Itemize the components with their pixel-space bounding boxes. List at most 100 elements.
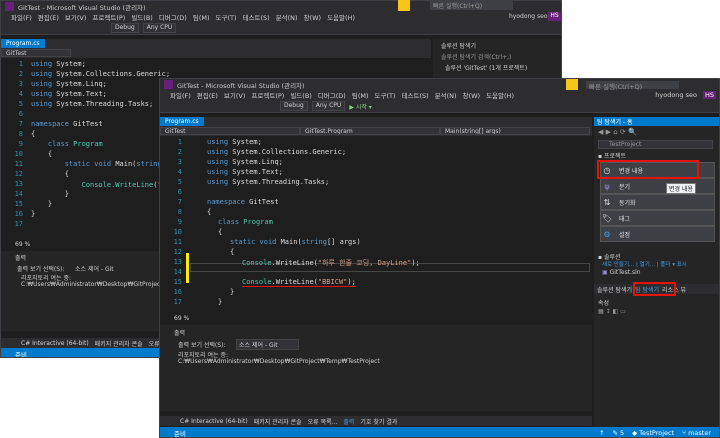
team-project-dropdown[interactable]: TestProject: [598, 140, 713, 149]
notification-flag-icon[interactable]: [566, 79, 578, 90]
menu-edit[interactable]: 편집(E): [197, 90, 218, 100]
menu-tools[interactable]: 도구(T): [216, 12, 237, 22]
team-item-settings-label: 설정: [619, 231, 631, 239]
tab-output[interactable]: 출력: [343, 417, 354, 426]
menu-view[interactable]: 보기(V): [224, 90, 245, 100]
config-select[interactable]: Debug: [111, 23, 139, 33]
back-quick-launch[interactable]: 빠른 실행(Ctrl+Q): [430, 1, 513, 10]
menu-edit[interactable]: 편집(E): [38, 12, 59, 22]
team-explorer-toolbar: ◀ ▶ ⌂ ⟳ 🔍: [598, 128, 637, 136]
menu-test[interactable]: 테스트(S): [402, 90, 429, 100]
back-output-source[interactable]: 소스 제어 - Git: [75, 264, 114, 273]
back-nav-project[interactable]: GitTest: [1, 49, 71, 57]
front-user-avatar[interactable]: HS: [702, 91, 716, 99]
up-arrow-icon[interactable]: ↑: [599, 429, 604, 437]
code-line-7: namespace GitTest: [207, 198, 279, 206]
status-project[interactable]: TestProject: [639, 429, 674, 437]
code-line-1: using System;: [207, 138, 262, 146]
front-nav-class[interactable]: GitTest.Program: [300, 127, 440, 135]
back-output-source-label: 출력 보기 선택(S):: [17, 266, 65, 273]
front-toolbar: Debug Any CPU ▶ 시작 ▾: [160, 100, 719, 113]
back-notification-flag-icon[interactable]: [398, 0, 410, 11]
menu-analyze[interactable]: 분석(N): [435, 90, 457, 100]
menu-analyze[interactable]: 분석(N): [276, 12, 298, 22]
menu-team[interactable]: 팀(M): [193, 12, 210, 22]
menu-window[interactable]: 창(W): [463, 90, 480, 100]
team-solution-file[interactable]: ▣ GitTest.sln: [602, 269, 641, 276]
front-menu-bar: 파일(F) 편집(E) 보기(V) 프로젝트(P) 빌드(B) 디버그(D) 팀…: [160, 90, 719, 100]
back-code-line: using System;: [31, 60, 86, 68]
changes-tooltip: 변경 내용: [666, 183, 696, 194]
back-menu-bar: 파일(F) 편집(E) 보기(V) 프로젝트(P) 빌드(B) 디버그(D) 팀…: [1, 12, 561, 22]
menu-debug[interactable]: 디버그(D): [159, 12, 187, 22]
code-line-17: }: [218, 298, 223, 306]
changes-count[interactable]: 5: [620, 429, 624, 437]
code-line-5: using System.Threading.Tasks;: [207, 178, 330, 186]
menu-project[interactable]: 프로젝트(P): [251, 90, 284, 100]
platform-select[interactable]: Any CPU: [311, 101, 346, 111]
team-item-sync[interactable]: ⇅ 동기화: [600, 194, 715, 210]
config-select[interactable]: Debug: [280, 101, 308, 111]
tab-solution-explorer[interactable]: 솔루션 탐색기: [597, 285, 632, 294]
code-line-15: Console.WriteLine("BBICW");: [242, 278, 356, 287]
menu-window[interactable]: 창(W): [304, 12, 321, 22]
menu-tools[interactable]: 도구(T): [375, 90, 396, 100]
menu-help[interactable]: 도움말(H): [327, 12, 355, 22]
front-output-source[interactable]: 소스 제어 - Git: [236, 339, 299, 350]
back-user-avatar[interactable]: HS: [548, 12, 561, 21]
team-item-branches-label: 분기: [619, 183, 631, 191]
back-code-line: }: [47, 200, 53, 208]
tab-csharp-interactive[interactable]: C# Interactive (64-bit): [180, 418, 248, 425]
back-user-name[interactable]: hyodong seo: [509, 13, 548, 20]
front-status-bar: 준비 ↑ ✎ 5 ◆ TestProject ⑂ master: [160, 427, 719, 437]
team-solution-links[interactable]: 새로 만들기... | 열기... | 폴더 ▾ 표시: [602, 260, 687, 268]
front-quick-launch[interactable]: 빠른 실행(Ctrl+Q): [586, 80, 679, 91]
menu-build[interactable]: 빌드(B): [290, 90, 312, 100]
line-number: 12: [14, 170, 23, 178]
solution-file-icon: ▣: [602, 269, 610, 276]
team-item-tags[interactable]: 🏷 태그: [600, 210, 715, 226]
menu-test[interactable]: 테스트(S): [243, 12, 270, 22]
start-button[interactable]: ▶ 시작 ▾: [349, 102, 371, 111]
tab-error-list[interactable]: 오류 목록...: [308, 417, 338, 426]
front-zoom[interactable]: 69 %: [174, 315, 189, 322]
back-zoom[interactable]: 69 %: [15, 241, 30, 248]
front-nav-member[interactable]: Main(string[] args): [440, 127, 590, 135]
status-branch[interactable]: master: [688, 429, 711, 437]
line-number: 13: [173, 258, 182, 266]
front-doc-tabs: Program.cs: [160, 117, 592, 126]
menu-view[interactable]: 보기(V): [65, 12, 86, 22]
menu-file[interactable]: 파일(F): [170, 90, 191, 100]
vs-logo-icon: [164, 80, 173, 89]
line-number: 6: [177, 188, 182, 196]
code-line-13: Console.WriteLine("하루 한줄 코딩, DayLine");: [242, 259, 420, 267]
front-tab-program-cs[interactable]: Program.cs: [160, 117, 204, 126]
back-tab-program-cs[interactable]: Program.cs: [1, 39, 45, 48]
tab-find-symbol[interactable]: 기호 찾기 결과: [360, 417, 397, 426]
back-code-line: namespace GitTest: [31, 120, 103, 128]
platform-select[interactable]: Any CPU: [142, 23, 177, 33]
menu-help[interactable]: 도움말(H): [486, 90, 514, 100]
front-nav-project[interactable]: GitTest: [160, 127, 300, 135]
tab-package-console[interactable]: 패키지 관리자 콘솔: [254, 417, 302, 426]
line-number: 7: [177, 198, 182, 206]
front-output-panel: 출력 출력 보기 선택(S): 소스 제어 - Git 리포지토리 여는 중: …: [160, 325, 592, 411]
team-item-branches[interactable]: ψ 분기: [600, 178, 715, 194]
front-user-name[interactable]: hyodong seo: [655, 91, 697, 99]
back-se-solution[interactable]: 솔루션 'GitTest' (1개 프로젝트): [445, 63, 527, 72]
team-item-tags-label: 태그: [619, 215, 631, 223]
menu-file[interactable]: 파일(F): [11, 12, 32, 22]
back-tab-csharp-interactive[interactable]: C# Interactive (64-bit): [21, 340, 89, 347]
menu-team[interactable]: 팀(M): [352, 90, 369, 100]
front-code-editor[interactable]: 1 2 3 4 5 6 7 8 9 10 11 12 13 14 15 16 17 using System; …: [160, 136, 592, 310]
branch-icon: ψ: [604, 181, 610, 191]
menu-project[interactable]: 프로젝트(P): [92, 12, 125, 22]
back-se-search[interactable]: 솔루션 탐색기 검색(Ctrl+;): [441, 52, 511, 61]
line-number: 1: [177, 138, 182, 146]
menu-debug[interactable]: 디버그(D): [318, 90, 346, 100]
menu-build[interactable]: 빌드(B): [131, 12, 153, 22]
front-output-line-2: C:₩Users₩Administrator₩Desktop₩GitProjec…: [178, 358, 380, 365]
team-item-settings[interactable]: ⚙ 설정: [600, 226, 715, 242]
team-section-project[interactable]: ▪ 프로젝트: [598, 151, 626, 160]
back-tab-package-console[interactable]: 패키지 관리자 콘솔: [95, 339, 143, 348]
